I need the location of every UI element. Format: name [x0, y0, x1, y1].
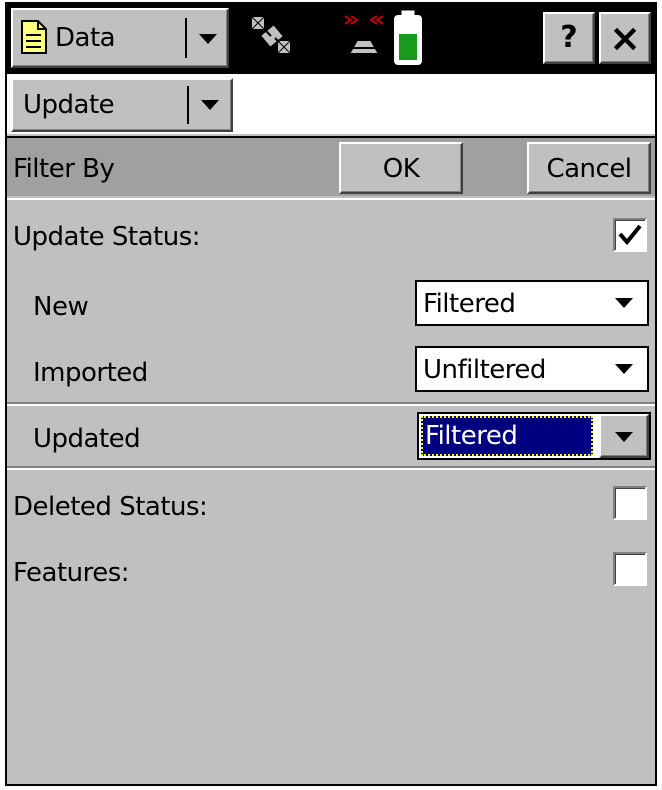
form-header: Filter By OK Cancel	[7, 136, 655, 196]
mode-bar: Update	[7, 74, 655, 134]
mode-dropdown[interactable]: Update	[11, 78, 233, 132]
row-label: New	[33, 292, 89, 322]
row-label: Imported	[33, 358, 148, 388]
row-label: Updated	[33, 424, 141, 454]
filter-row-imported: Imported Unfiltered	[7, 336, 655, 402]
section-dropdown[interactable]: Data	[11, 8, 229, 68]
deleted-status-label: Deleted Status:	[13, 492, 208, 522]
chevron-down-icon	[615, 432, 633, 442]
ok-label: OK	[382, 154, 420, 184]
update-status-checkbox[interactable]	[613, 218, 647, 252]
filter-row-updated: Updated Filtered	[7, 402, 655, 470]
dropdown-divider	[185, 18, 187, 58]
deleted-status-checkbox[interactable]	[613, 486, 647, 520]
page-title: Filter By	[13, 154, 115, 184]
top-status-bar: Data 5 ? ×	[7, 2, 655, 74]
chevron-down-icon	[615, 298, 633, 308]
app-screen: Data 5 ? × Update Filter By OK Cancel Up…	[5, 2, 657, 786]
dropdown-divider	[187, 86, 189, 124]
mode-label: Update	[23, 90, 115, 120]
dropdown-arrow-button[interactable]	[599, 414, 649, 458]
checkmark-icon	[618, 224, 642, 246]
close-button[interactable]: ×	[599, 12, 651, 64]
new-filter-select[interactable]: Filtered	[415, 280, 649, 326]
section-label: Data	[55, 23, 116, 53]
updated-filter-select[interactable]: Filtered	[417, 412, 651, 460]
chevron-down-icon	[615, 364, 633, 374]
select-value: Filtered	[425, 421, 518, 451]
features-label: Features:	[13, 558, 130, 588]
chevron-down-icon	[201, 100, 219, 110]
receiver-antenna-icon[interactable]	[341, 10, 387, 66]
cancel-label: Cancel	[546, 154, 632, 184]
features-row: Features:	[7, 538, 655, 604]
help-label: ?	[560, 20, 578, 55]
satellite-icon[interactable]	[247, 10, 299, 66]
filter-row-new: New Filtered	[7, 270, 655, 336]
cancel-button[interactable]: Cancel	[527, 142, 651, 194]
select-value: Filtered	[423, 289, 516, 319]
ok-button[interactable]: OK	[339, 142, 463, 194]
features-checkbox[interactable]	[613, 552, 647, 586]
update-status-label: Update Status:	[13, 222, 201, 252]
deleted-status-row: Deleted Status:	[7, 472, 655, 538]
help-button[interactable]: ?	[543, 12, 595, 64]
document-icon	[21, 20, 47, 58]
battery-icon[interactable]	[393, 10, 423, 70]
imported-filter-select[interactable]: Unfiltered	[415, 346, 649, 392]
select-value: Unfiltered	[423, 355, 546, 385]
update-status-row: Update Status:	[7, 202, 655, 268]
satellite-count: 5	[299, 32, 319, 65]
close-label: ×	[609, 16, 641, 60]
chevron-down-icon	[199, 34, 217, 44]
